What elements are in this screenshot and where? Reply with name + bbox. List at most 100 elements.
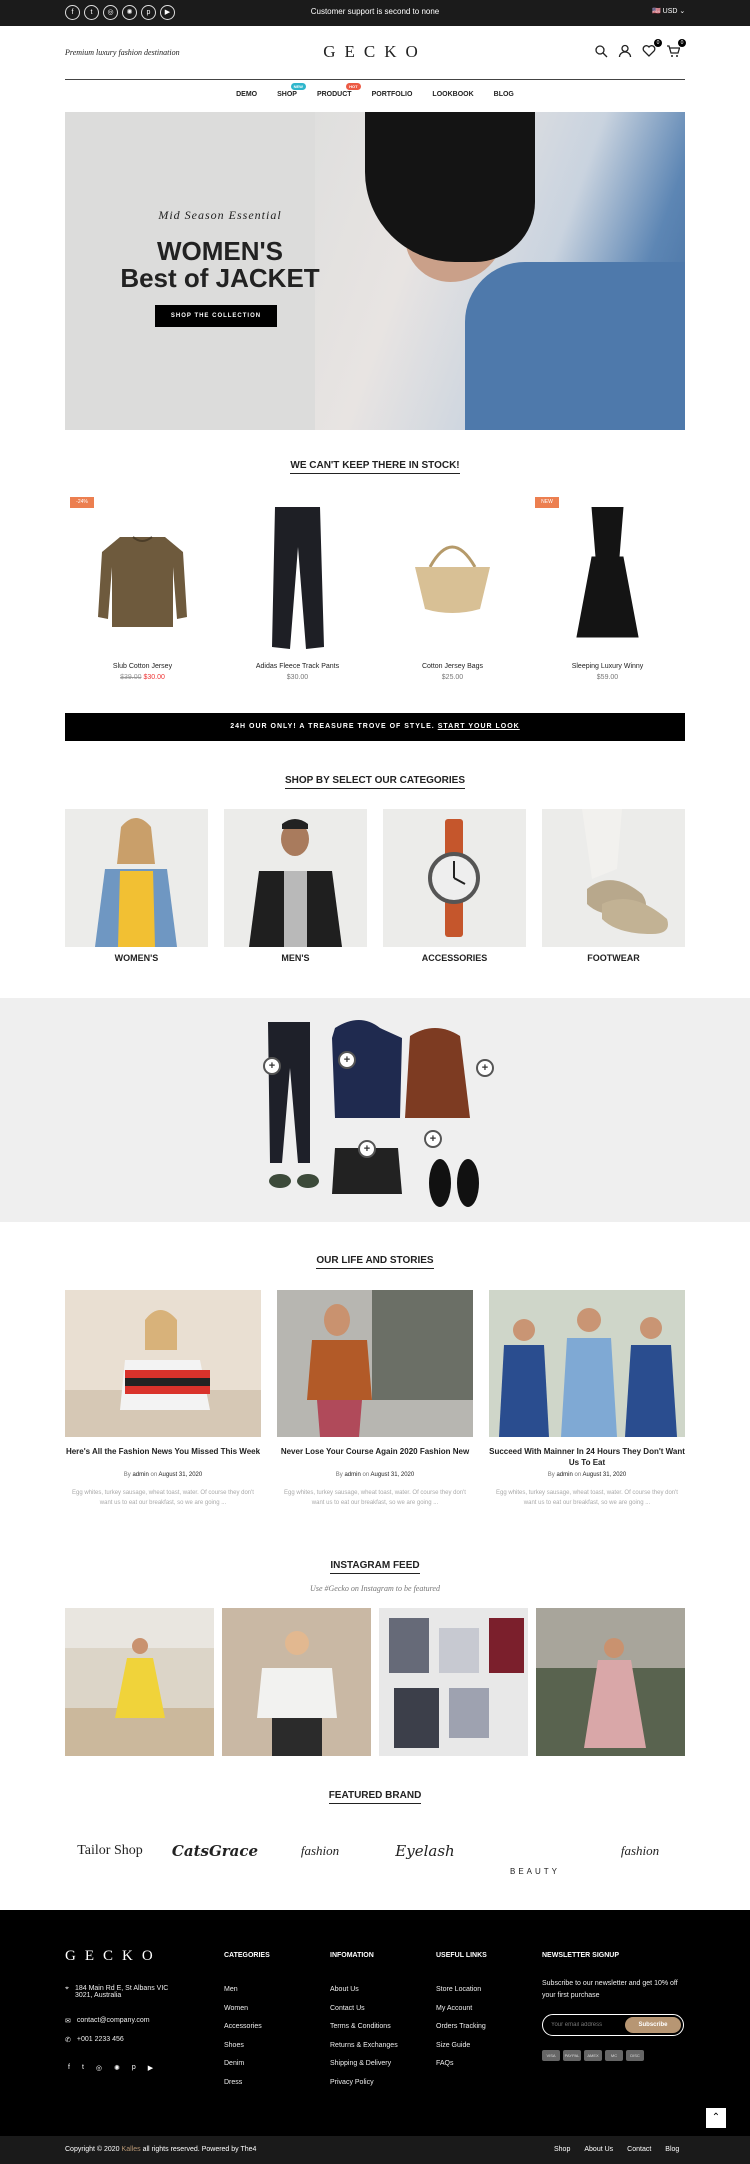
footer-phone[interactable]: ✆ +001 2233 456 <box>65 2036 124 2044</box>
blog-post-meta: By admin on August 31, 2020 <box>65 1472 261 1478</box>
product-card[interactable]: NEW Sleeping Luxury Winny $59.00 <box>530 497 685 681</box>
newsletter-form: Subscribe <box>542 2014 684 2036</box>
pinterest-icon[interactable]: p <box>132 2064 136 2072</box>
footer-link[interactable]: My Account <box>436 2000 486 2019</box>
instagram-icon[interactable]: ◎ <box>96 2064 102 2072</box>
subscribe-button[interactable]: Subscribe <box>625 2017 681 2033</box>
brand-logo[interactable]: CatsGrace <box>170 1826 260 1876</box>
category-label[interactable]: FOOTWEAR <box>542 953 685 963</box>
lookbook-hotspot[interactable]: + <box>424 1130 442 1148</box>
product-card[interactable]: Adidas Fleece Track Pants $30.00 <box>220 497 375 681</box>
nav-item-product[interactable]: PRODUCT HOT <box>317 83 361 98</box>
product-card[interactable]: Cotton Jersey Bags $25.00 <box>375 497 530 681</box>
nav-item-lookbook[interactable]: LOOKBOOK <box>432 91 473 98</box>
copyright-brand[interactable]: Kalles <box>122 2146 141 2153</box>
meta-by: By <box>547 1472 555 1478</box>
footer-link[interactable]: FAQs <box>436 2055 486 2074</box>
category-accessories-image[interactable] <box>383 809 526 947</box>
product-image[interactable] <box>530 497 685 662</box>
blog-post-title[interactable]: Here's All the Fashion News You Missed T… <box>65 1446 261 1457</box>
category-mens-image[interactable] <box>224 809 367 947</box>
footer-link[interactable]: Terms & Conditions <box>330 2018 398 2037</box>
brand-logo[interactable]: Eyelash <box>380 1826 470 1876</box>
location-icon: ⌖ <box>65 1985 69 1992</box>
blog-post-image[interactable] <box>65 1290 261 1437</box>
lookbook-hotspot[interactable]: + <box>263 1057 281 1075</box>
brand-logo[interactable]: fashion <box>595 1826 685 1876</box>
blog-post-title[interactable]: Never Lose Your Course Again 2020 Fashio… <box>277 1446 473 1457</box>
footer-link[interactable]: Orders Tracking <box>436 2018 486 2037</box>
search-icon[interactable] <box>594 44 608 58</box>
footer-link[interactable]: Men <box>224 1981 262 2000</box>
footer-link[interactable]: Store Location <box>436 1981 486 2000</box>
instagram-post[interactable] <box>222 1608 371 1756</box>
post-author[interactable]: admin <box>556 1472 572 1478</box>
product-name[interactable]: Sleeping Luxury Winny <box>530 663 685 670</box>
category-label[interactable]: ACCESSORIES <box>383 953 526 963</box>
dribbble-icon[interactable]: ✺ <box>114 2064 120 2072</box>
product-name[interactable]: Cotton Jersey Bags <box>375 663 530 670</box>
footer-link[interactable]: Accessories <box>224 2018 262 2037</box>
account-icon[interactable] <box>618 44 632 58</box>
product-card[interactable]: -24% Slub Cotton Jersey $39.00 $30.00 <box>65 497 220 681</box>
instagram-post[interactable] <box>379 1608 528 1756</box>
brand-logo[interactable]: Tailor Shop <box>65 1826 155 1876</box>
twitter-icon[interactable]: t <box>82 2064 84 2072</box>
footer-link[interactable]: Contact Us <box>330 2000 398 2019</box>
footer-link[interactable]: Shoes <box>224 2037 262 2056</box>
main-nav: DEMO SHOP NEW PRODUCT HOT PORTFOLIO LOOKBO… <box>0 83 750 98</box>
lookbook-hotspot[interactable]: + <box>476 1059 494 1077</box>
bottom-link-about[interactable]: About Us <box>584 2146 613 2153</box>
bottom-link-blog[interactable]: Blog <box>665 2146 679 2153</box>
post-author[interactable]: admin <box>132 1472 148 1478</box>
footer-link[interactable]: Returns & Exchanges <box>330 2037 398 2056</box>
payment-icons: VISA PAYPAL AMEX MC DISC <box>542 2050 644 2061</box>
bottom-link-contact[interactable]: Contact <box>627 2146 651 2153</box>
category-label[interactable]: WOMEN'S <box>65 953 208 963</box>
footer-link[interactable]: About Us <box>330 1981 398 2000</box>
currency-selector[interactable]: 🇺🇸 USD ⌄ <box>652 7 685 15</box>
product-price: $25.00 <box>441 674 464 681</box>
lookbook-hotspot[interactable]: + <box>358 1140 376 1158</box>
sale-badge: -24% <box>70 497 94 508</box>
product-image[interactable] <box>220 497 375 662</box>
shop-collection-button[interactable]: SHOP THE COLLECTION <box>155 305 277 327</box>
category-womens-image[interactable] <box>65 809 208 947</box>
post-author[interactable]: admin <box>344 1472 360 1478</box>
category-label[interactable]: MEN'S <box>224 953 367 963</box>
instagram-post[interactable] <box>65 1608 214 1756</box>
nav-item-demo[interactable]: DEMO <box>236 91 257 98</box>
footer-link[interactable]: Size Guide <box>436 2037 486 2056</box>
nav-item-portfolio[interactable]: PORTFOLIO <box>372 91 413 98</box>
bottom-link-shop[interactable]: Shop <box>554 2146 570 2153</box>
lookbook-hotspot[interactable]: + <box>338 1051 356 1069</box>
blog-post-title[interactable]: Succeed With Mainner In 24 Hours They Do… <box>489 1446 685 1468</box>
nav-item-shop[interactable]: SHOP NEW <box>277 83 306 98</box>
scroll-top-button[interactable]: ⌃ <box>706 2108 726 2128</box>
footer-email[interactable]: ✉ contact@company.com <box>65 2017 150 2025</box>
facebook-icon[interactable]: f <box>68 2064 70 2072</box>
footer-link[interactable]: Shipping & Delivery <box>330 2055 398 2074</box>
meta-on: on <box>150 1472 158 1478</box>
brand-logo[interactable]: BEAUTY <box>490 1846 580 1896</box>
blog-post-image[interactable] <box>277 1290 473 1437</box>
footer-link[interactable]: Dress <box>224 2074 262 2093</box>
footer-logo[interactable]: GECKO <box>65 1948 162 1965</box>
instagram-post[interactable] <box>536 1608 685 1756</box>
footer-link[interactable]: Women <box>224 2000 262 2019</box>
start-look-link[interactable]: START YOUR LOOK <box>438 723 520 730</box>
product-image[interactable] <box>65 497 220 662</box>
product-image[interactable] <box>375 497 530 662</box>
footer-link[interactable]: Privacy Policy <box>330 2074 398 2093</box>
newsletter-email-input[interactable] <box>551 2019 621 2031</box>
wishlist-icon[interactable]: 0 <box>642 39 662 58</box>
product-name[interactable]: Slub Cotton Jersey <box>65 663 220 670</box>
brand-logo[interactable]: fashion <box>275 1826 365 1876</box>
footer-link[interactable]: Denim <box>224 2055 262 2074</box>
blog-post-image[interactable] <box>489 1290 685 1437</box>
cart-icon[interactable]: 0 <box>666 39 686 58</box>
product-name[interactable]: Adidas Fleece Track Pants <box>220 663 375 670</box>
youtube-icon[interactable]: ▶ <box>148 2064 153 2072</box>
category-footwear-image[interactable] <box>542 809 685 947</box>
nav-item-blog[interactable]: BLOG <box>494 91 514 98</box>
